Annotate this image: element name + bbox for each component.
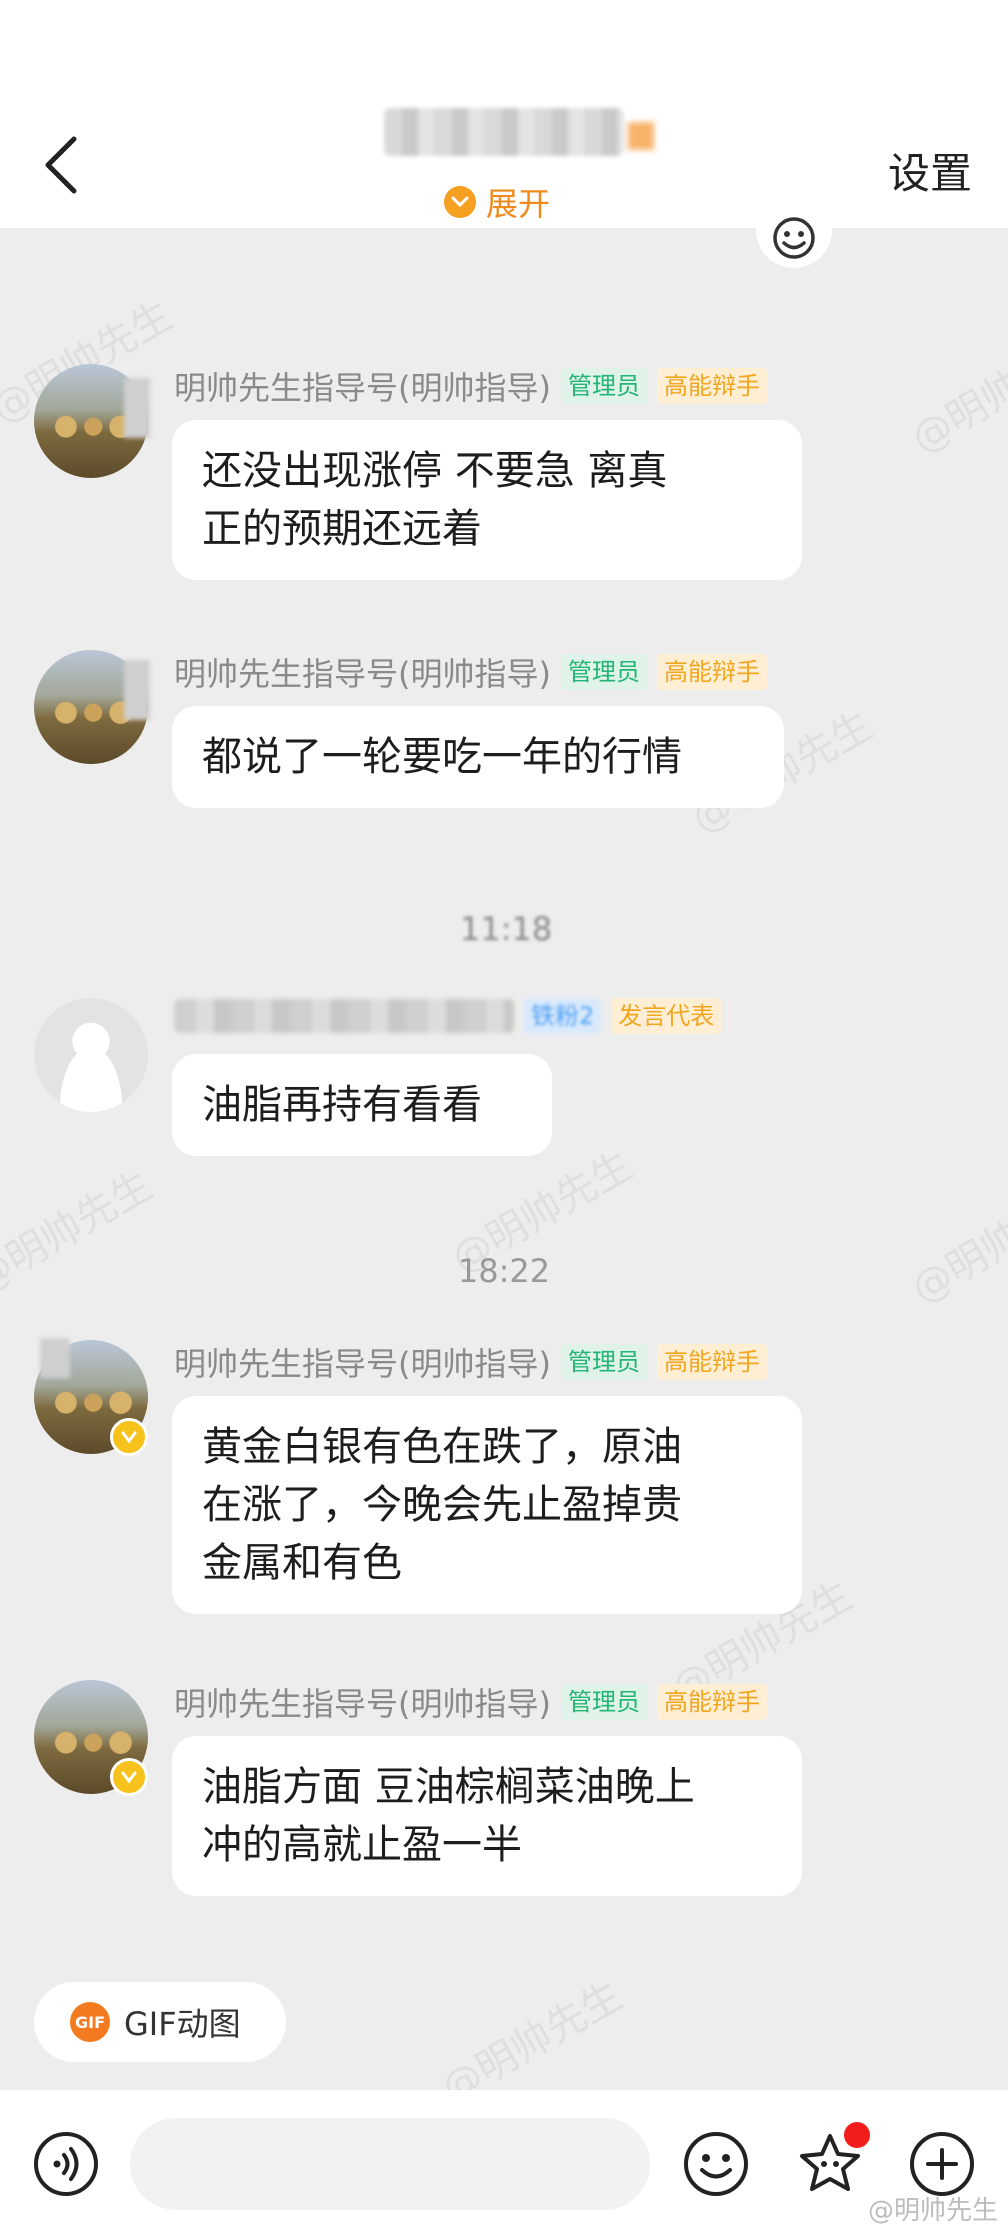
redacted-mark (40, 1338, 70, 1378)
avatar[interactable] (34, 998, 148, 1112)
sender-name[interactable]: 明帅先生指导号(明帅指导) (174, 1339, 551, 1385)
elite-debater-tag: 高能辩手 (656, 654, 767, 690)
chat-header: 展开 设置 (0, 0, 1008, 228)
emoji-icon (684, 2132, 748, 2196)
sender-name[interactable]: 明帅先生指导号(明帅指导) (174, 363, 551, 409)
voice-button[interactable] (32, 2130, 100, 2198)
message-text-line: 正的预期还远着 (202, 506, 482, 552)
message-text-line: 金属和有色 (202, 1540, 402, 1586)
sender-line: 铁粉2 发言代表 (174, 994, 722, 1038)
message-text-line: 冲的高就止盈一半 (202, 1822, 522, 1868)
sticker-button[interactable] (796, 2122, 870, 2198)
chevron-down-icon (444, 186, 476, 218)
expand-button[interactable]: 展开 (444, 180, 550, 224)
elite-debater-tag: 高能辩手 (656, 1684, 767, 1720)
speaker-rep-tag: 发言代表 (611, 998, 722, 1034)
gif-label: GIF动图 (124, 2005, 241, 2043)
back-button[interactable] (30, 130, 90, 200)
message-input[interactable] (130, 2118, 650, 2210)
notification-dot (844, 2122, 870, 2148)
verified-badge-icon (110, 1758, 148, 1796)
message-text-line: 在涨了，今晚会先止盈掉贵 (202, 1482, 682, 1528)
elite-debater-tag: 高能辩手 (656, 368, 767, 404)
sender-name[interactable]: 明帅先生指导号(明帅指导) (174, 649, 551, 695)
gif-sticker-button[interactable]: GIF GIF动图 (34, 1982, 286, 2062)
chevron-left-icon (45, 136, 77, 194)
message-bubble[interactable]: 都说了一轮要吃一年的行情 (172, 706, 784, 808)
message-bubble[interactable]: 黄金白银有色在跌了，原油 在涨了，今晚会先止盈掉贵 金属和有色 (172, 1396, 802, 1614)
sender-line: 明帅先生指导号(明帅指导) 管理员 高能辩手 (174, 1680, 767, 1724)
settings-button[interactable]: 设置 (888, 140, 972, 201)
redacted-mark (124, 378, 150, 438)
sender-line: 明帅先生指导号(明帅指导) 管理员 高能辩手 (174, 364, 767, 408)
sender-line: 明帅先生指导号(明帅指导) 管理员 高能辩手 (174, 1340, 767, 1384)
blurred-timestamp: 11:18 (460, 910, 553, 948)
plus-icon (910, 2132, 974, 2196)
redacted-mark (124, 660, 150, 720)
admin-tag: 管理员 (560, 1684, 647, 1720)
timestamp: 18:22 (457, 1252, 551, 1290)
sender-name[interactable]: 明帅先生指导号(明帅指导) (174, 1679, 551, 1725)
group-title-redacted (384, 108, 624, 156)
more-button[interactable] (908, 2130, 976, 2198)
smile-icon (773, 217, 815, 259)
admin-tag: 管理员 (560, 368, 647, 404)
message-bubble[interactable]: 油脂再持有看看 (172, 1054, 552, 1156)
input-bar (0, 2090, 1008, 2232)
message-text-line: 油脂再持有看看 (202, 1082, 482, 1128)
elite-debater-tag: 高能辩手 (656, 1344, 767, 1380)
message-bubble[interactable]: 油脂方面 豆油棕榈菜油晚上 冲的高就止盈一半 (172, 1736, 802, 1896)
sender-name-redacted[interactable] (174, 999, 514, 1033)
emoji-shortcut[interactable] (756, 208, 832, 268)
weibo-watermark: @明帅先生 (867, 2196, 998, 2226)
message-bubble[interactable]: 还没出现涨停 不要急 离真 正的预期还远着 (172, 420, 802, 580)
voice-icon (34, 2132, 98, 2196)
message-text-line: 都说了一轮要吃一年的行情 (202, 734, 682, 780)
verified-badge-icon (110, 1418, 148, 1456)
message-text-line: 黄金白银有色在跌了，原油 (202, 1424, 682, 1470)
sender-line: 明帅先生指导号(明帅指导) 管理员 高能辩手 (174, 650, 767, 694)
emoji-button[interactable] (682, 2130, 750, 2198)
admin-tag: 管理员 (560, 654, 647, 690)
message-text-line: 油脂方面 豆油棕榈菜油晚上 (202, 1764, 695, 1810)
watermark-text: @明帅先生 (903, 1172, 1008, 1313)
watermark-text: @明帅先生 (903, 322, 1008, 463)
admin-tag: 管理员 (560, 1344, 647, 1380)
expand-label: 展开 (486, 185, 551, 223)
message-text-line: 还没出现涨停 不要急 离真 (202, 448, 668, 494)
fan-level-tag: 铁粉2 (524, 998, 602, 1034)
gif-icon: GIF (70, 2002, 110, 2042)
